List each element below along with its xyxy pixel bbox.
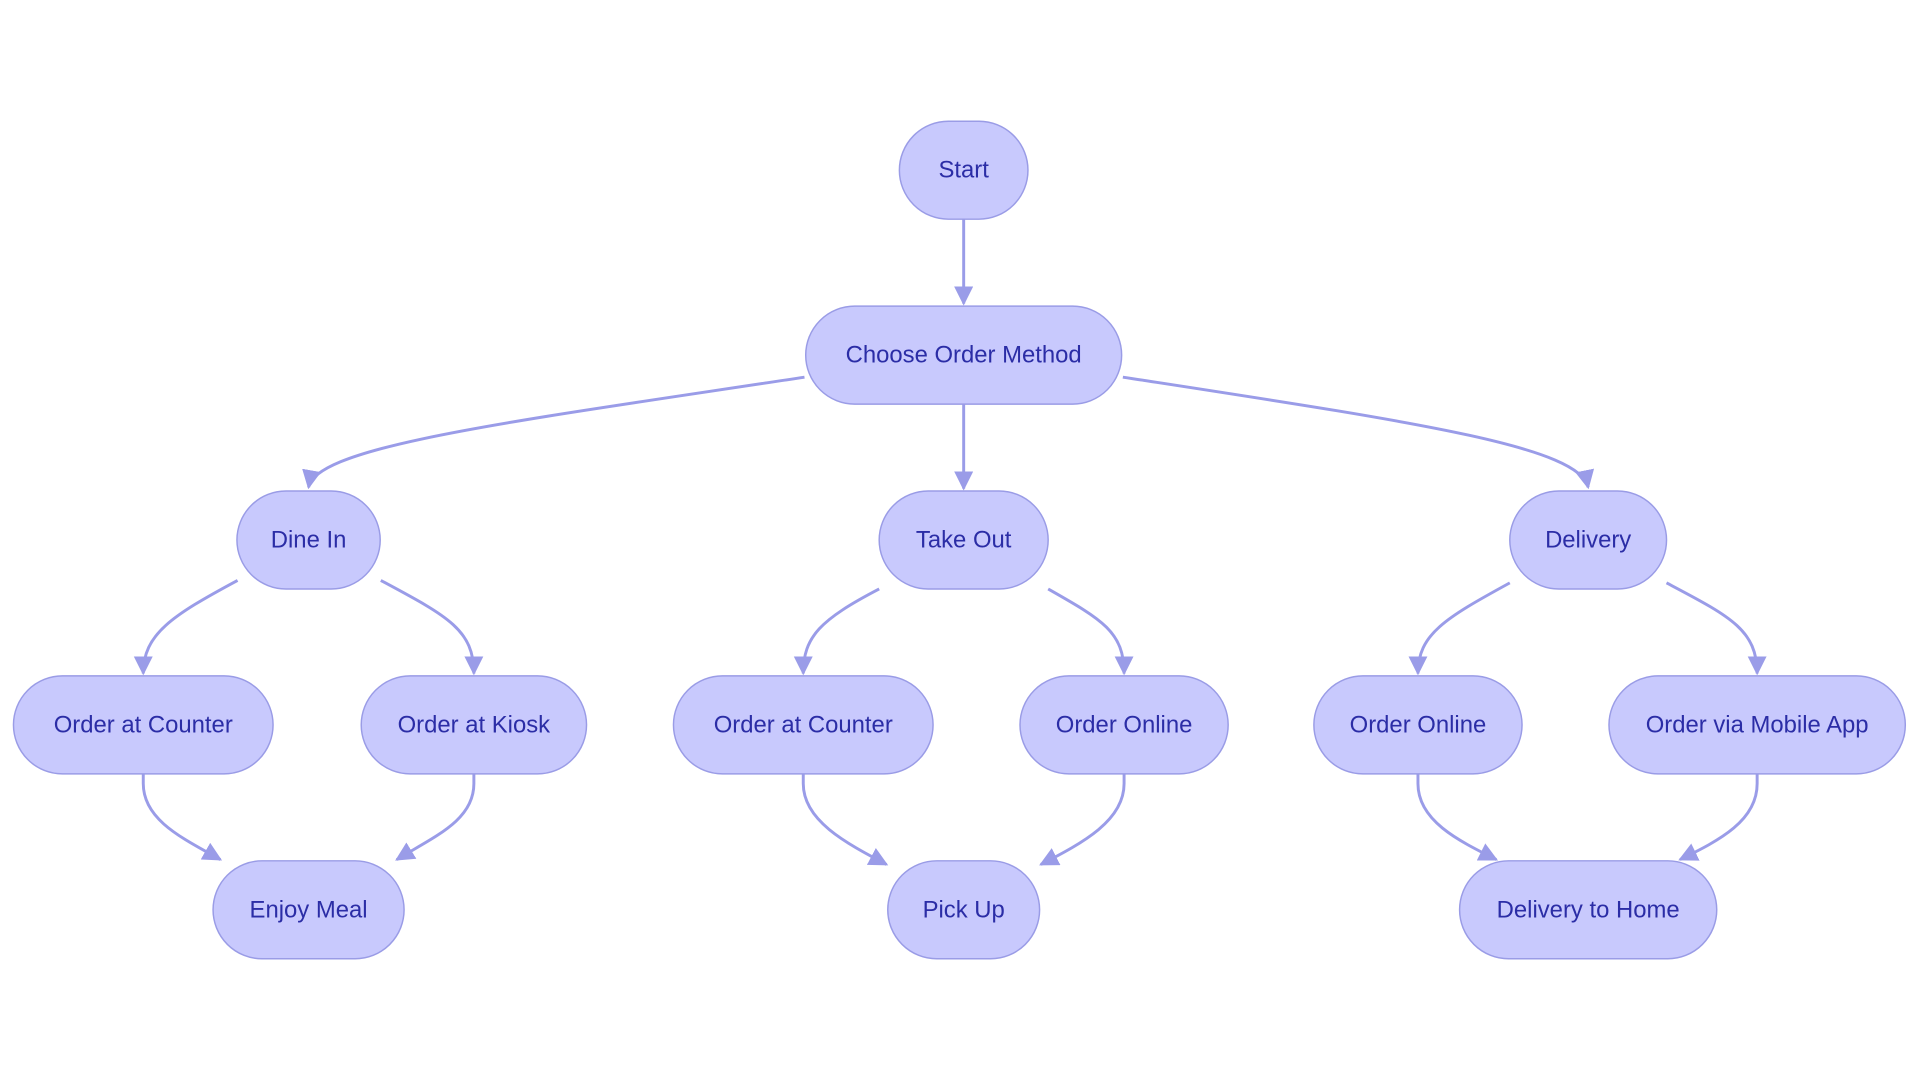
node-enjoy: Enjoy Meal (212, 860, 405, 960)
node-label: Order at Counter (714, 711, 893, 738)
node-label: Order Online (1056, 711, 1193, 738)
node-counter2: Order at Counter (672, 675, 934, 775)
node-kiosk: Order at Kiosk (360, 675, 588, 775)
node-take: Take Out (878, 490, 1049, 590)
node-delivery: Delivery (1509, 490, 1668, 590)
edge-delivery-to-mobile (1665, 581, 1767, 676)
node-label: Order Online (1350, 711, 1487, 738)
node-label: Choose Order Method (846, 342, 1082, 369)
node-label: Pick Up (923, 896, 1005, 923)
node-counter1: Order at Counter (12, 675, 274, 775)
edge-dine-to-kiosk (380, 579, 484, 676)
node-label: Start (938, 157, 989, 184)
edge-online2-to-home (1416, 773, 1499, 861)
node-online1: Order Online (1019, 675, 1229, 775)
node-label: Order at Kiosk (398, 711, 551, 738)
edge-counter2-to-pickup (801, 773, 889, 866)
node-label: Dine In (271, 527, 347, 554)
edge-mobile-to-home (1678, 773, 1759, 861)
edge-choose-to-delivery (1122, 375, 1594, 490)
flowchart: Start Choose Order Method Dine In Take Out D… (12, 120, 1907, 960)
node-choose: Choose Order Method (804, 305, 1123, 405)
node-online2: Order Online (1313, 675, 1523, 775)
edge-take-to-online1 (1047, 587, 1134, 676)
edge-delivery-to-online2 (1408, 581, 1511, 676)
node-home: Delivery to Home (1458, 860, 1718, 960)
node-pickup: Pick Up (887, 860, 1041, 960)
edge-kiosk-to-enjoy (395, 773, 476, 861)
edge-counter1-to-enjoy (141, 773, 223, 861)
node-dine: Dine In (236, 490, 381, 590)
node-label: Delivery to Home (1497, 896, 1680, 923)
edge-online1-to-pickup (1039, 773, 1126, 866)
edge-take-to-counter2 (793, 587, 880, 676)
node-label: Order at Counter (54, 711, 233, 738)
node-label: Order via Mobile App (1646, 711, 1869, 738)
node-label: Take Out (916, 527, 1012, 554)
node-mobile: Order via Mobile App (1608, 675, 1907, 775)
edge-dine-to-counter1 (133, 579, 239, 676)
node-start: Start (898, 120, 1029, 220)
node-label: Enjoy Meal (250, 896, 368, 923)
node-label: Delivery (1545, 527, 1631, 554)
edge-choose-to-dine (302, 375, 805, 490)
